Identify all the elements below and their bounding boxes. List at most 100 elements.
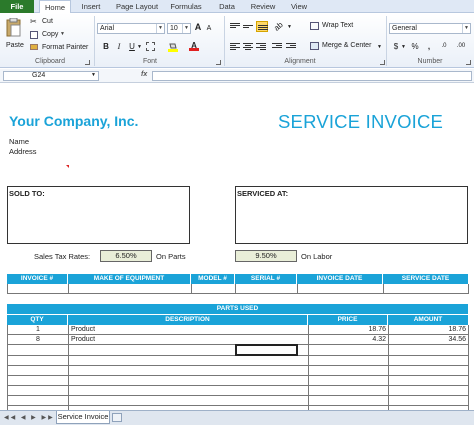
name-box[interactable]: G24 <box>3 71 99 81</box>
italic-button[interactable]: I <box>114 41 124 52</box>
ribbon-separator <box>386 16 387 66</box>
font-name-select[interactable]: Arial ▼ <box>97 23 165 34</box>
tab-home[interactable]: Home <box>39 0 71 14</box>
parts-qty-cell[interactable]: 1 <box>8 325 69 335</box>
number-format-select[interactable]: General ▼ <box>389 23 471 34</box>
align-right-icon[interactable] <box>256 43 266 51</box>
sold-to-label: SOLD TO: <box>9 189 45 198</box>
number-format-value: General <box>392 25 417 32</box>
bold-button[interactable]: B <box>101 41 111 52</box>
column-line <box>68 345 69 410</box>
sold-to-box[interactable]: SOLD TO: <box>7 186 190 244</box>
parts-header-price[interactable]: PRICE <box>308 315 388 325</box>
align-top-icon[interactable] <box>230 23 240 31</box>
name-label[interactable]: Name <box>9 137 29 146</box>
wrap-text-button[interactable]: Wrap Text <box>322 22 353 29</box>
selected-cell[interactable] <box>235 344 298 356</box>
percent-button[interactable]: % <box>410 41 420 52</box>
row-line <box>8 395 469 396</box>
font-size-select[interactable]: 10 ▼ <box>167 23 191 34</box>
address-label[interactable]: Address <box>9 147 37 156</box>
chevron-down-icon[interactable]: ▼ <box>287 24 292 30</box>
alignment-launcher-icon[interactable] <box>380 60 385 65</box>
align-bottom-icon[interactable] <box>256 21 268 32</box>
shrink-font-button[interactable]: A <box>204 23 214 34</box>
ribbon-separator <box>224 16 225 66</box>
tab-page-layout[interactable]: Page Layout <box>112 0 162 13</box>
chevron-down-icon[interactable]: ▼ <box>137 44 142 50</box>
underline-button[interactable]: U <box>127 41 137 52</box>
tax-labor-cell[interactable]: 9.50% <box>235 250 297 262</box>
borders-icon[interactable] <box>146 42 155 51</box>
parts-header-description[interactable]: DESCRIPTION <box>68 315 308 325</box>
header-service-date[interactable]: SERVICE DATE <box>383 274 468 284</box>
parts-header-amount[interactable]: AMOUNT <box>388 315 468 325</box>
font-color-button[interactable]: A <box>189 41 199 51</box>
parts-amount-cell[interactable]: 34.56 <box>389 335 469 345</box>
header-serial-number[interactable]: SERIAL # <box>235 274 297 284</box>
tax-parts-cell[interactable]: 6.50% <box>100 250 152 262</box>
merge-center-icon <box>310 42 319 50</box>
grow-font-button[interactable]: A <box>193 22 203 33</box>
tab-view[interactable]: View <box>285 0 313 13</box>
function-icon[interactable]: fx <box>141 71 147 78</box>
increase-decimal-button[interactable]: .0 <box>437 41 451 52</box>
cell-divider <box>68 284 69 294</box>
parts-price-cell[interactable]: 18.76 <box>309 325 389 335</box>
tab-review[interactable]: Review <box>246 0 280 13</box>
formula-input[interactable] <box>152 71 472 81</box>
parts-table-body: 1 Product 18.76 18.76 8 Product 4.32 34.… <box>7 325 469 410</box>
sales-tax-label[interactable]: Sales Tax Rates: <box>34 252 90 261</box>
serviced-at-box[interactable]: SERVICED AT: <box>235 186 468 244</box>
ribbon-separator <box>94 16 95 66</box>
row-line <box>8 405 469 406</box>
cut-button[interactable]: Cut <box>42 18 53 25</box>
parts-price-cell[interactable]: 4.32 <box>309 335 389 345</box>
copy-button[interactable]: Copy <box>42 31 58 38</box>
paste-button[interactable]: Paste <box>3 17 25 55</box>
number-launcher-icon[interactable] <box>466 60 471 65</box>
chevron-down-icon[interactable]: ▼ <box>91 72 96 78</box>
header-invoice-number[interactable]: INVOICE # <box>7 274 68 284</box>
align-middle-icon[interactable] <box>243 25 253 33</box>
invoice-title[interactable]: SERVICE INVOICE <box>278 111 443 133</box>
tab-file[interactable]: File <box>0 0 34 13</box>
decrease-indent-icon[interactable] <box>272 43 282 51</box>
format-painter-icon <box>30 44 38 50</box>
comma-button[interactable]: , <box>424 41 434 52</box>
parts-description-cell[interactable]: Product <box>69 325 309 335</box>
row-line <box>8 365 469 366</box>
font-launcher-icon[interactable] <box>216 60 221 65</box>
parts-used-title[interactable]: PARTS USED <box>7 304 468 314</box>
header-invoice-date[interactable]: INVOICE DATE <box>297 274 383 284</box>
tab-formulas[interactable]: Formulas <box>166 0 206 13</box>
tab-data[interactable]: Data <box>213 0 241 13</box>
parts-amount-cell[interactable]: 18.76 <box>389 325 469 335</box>
cell-divider <box>468 284 469 294</box>
sheet-tab-service-invoice[interactable]: Service Invoice <box>56 411 110 424</box>
worksheet[interactable]: Your Company, Inc. SERVICE INVOICE Name … <box>0 84 474 410</box>
parts-qty-cell[interactable]: 8 <box>8 335 69 345</box>
parts-header-qty[interactable]: QTY <box>7 315 68 325</box>
fill-color-icon[interactable] <box>168 42 178 52</box>
header-make-of-equipment[interactable]: MAKE OF EQUIPMENT <box>68 274 191 284</box>
currency-button[interactable]: $ <box>391 41 401 52</box>
on-parts-label[interactable]: On Parts <box>156 252 186 261</box>
on-labor-label[interactable]: On Labor <box>301 252 332 261</box>
orientation-icon[interactable]: ab <box>272 20 285 33</box>
chevron-down-icon[interactable]: ▼ <box>377 44 382 50</box>
header-model-number[interactable]: MODEL # <box>191 274 235 284</box>
chevron-down-icon[interactable]: ▼ <box>401 44 406 50</box>
company-name[interactable]: Your Company, Inc. <box>9 113 138 129</box>
clipboard-launcher-icon[interactable] <box>85 60 90 65</box>
format-painter-button[interactable]: Format Painter <box>42 44 88 51</box>
merge-center-button[interactable]: Merge & Center <box>322 42 371 49</box>
decrease-decimal-button[interactable]: .00 <box>452 41 470 52</box>
align-left-icon[interactable] <box>230 43 240 51</box>
sheet-nav-arrows-icon[interactable]: ◀◀ ◀ ▶ ▶▶ <box>4 414 55 421</box>
increase-indent-icon[interactable] <box>286 43 296 51</box>
insert-sheet-icon[interactable] <box>112 413 122 422</box>
copy-dropdown-icon[interactable]: ▼ <box>60 31 65 37</box>
tab-insert[interactable]: Insert <box>76 0 106 13</box>
align-center-icon[interactable] <box>243 43 253 51</box>
